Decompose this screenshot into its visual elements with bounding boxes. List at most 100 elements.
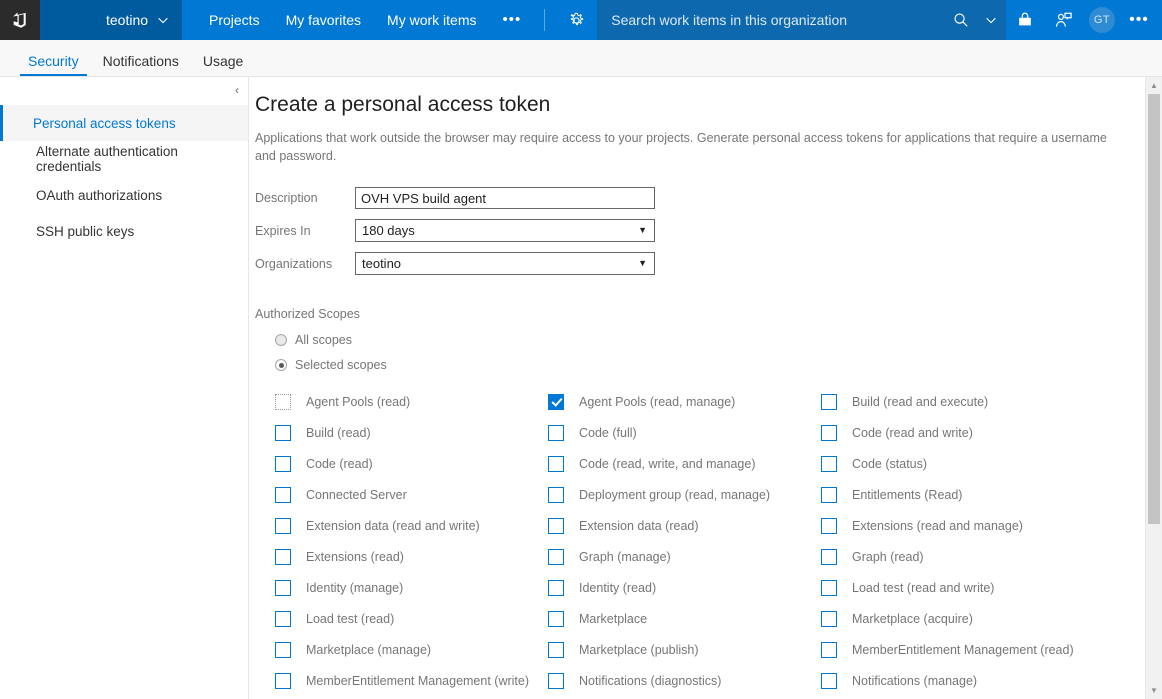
checkbox-unchecked-icon[interactable] — [548, 641, 564, 658]
nav-item-projects[interactable]: Projects — [196, 0, 273, 40]
checkbox-unchecked-icon[interactable] — [275, 610, 291, 627]
expires-field-row: Expires In 180 days ▼ — [255, 219, 1138, 243]
checkbox-unchecked-icon[interactable] — [821, 579, 837, 596]
checkbox-unchecked-icon[interactable] — [548, 424, 564, 441]
scope-checkbox-row[interactable]: Load test (read) — [275, 603, 548, 634]
tab-security[interactable]: Security — [16, 54, 91, 76]
checkbox-unchecked-icon[interactable] — [548, 486, 564, 503]
radio-selected-scopes[interactable]: Selected scopes — [255, 358, 1138, 372]
scope-checkbox-row[interactable]: MemberEntitlement Management (write) — [275, 665, 548, 696]
sidebar-item-alternate-authentication-credentials[interactable]: Alternate authentication credentials — [0, 141, 248, 177]
scope-checkbox-row[interactable]: Notifications (diagnostics) — [548, 665, 821, 696]
scope-checkbox-row[interactable]: Marketplace (manage) — [275, 634, 548, 665]
scope-label: Build (read) — [306, 425, 371, 440]
scope-label: Code (status) — [852, 456, 928, 471]
search-input[interactable] — [611, 12, 946, 28]
avatar[interactable]: GT — [1089, 7, 1115, 33]
organization-selector[interactable]: teotino — [40, 0, 182, 40]
checkbox-unchecked-icon[interactable] — [275, 455, 291, 472]
scope-checkbox-row[interactable]: Graph (manage) — [548, 541, 821, 572]
scope-checkbox-row[interactable]: Deployment group (read, manage) — [548, 479, 821, 510]
feedback-person-icon[interactable] — [1044, 0, 1082, 40]
scope-checkbox-row[interactable]: Code (status) — [821, 448, 1121, 479]
scope-checkbox-row[interactable]: Marketplace — [548, 603, 821, 634]
scope-checkbox-row[interactable]: Extension data (read) — [548, 510, 821, 541]
scope-checkbox-row[interactable]: Extensions (read) — [275, 541, 548, 572]
checkbox-unchecked-icon[interactable] — [275, 548, 291, 565]
scrollbar-thumb[interactable] — [1148, 94, 1160, 524]
checkbox-unchecked-icon[interactable] — [548, 579, 564, 596]
scope-checkbox-row[interactable]: Identity (read) — [548, 572, 821, 603]
checkbox-unchecked-icon[interactable] — [275, 672, 291, 689]
page-description: Applications that work outside the brows… — [255, 131, 1107, 164]
scope-checkbox-row[interactable]: Code (read) — [275, 448, 548, 479]
tab-notifications[interactable]: Notifications — [91, 54, 191, 76]
tab-usage[interactable]: Usage — [191, 54, 255, 76]
checkbox-checked-icon[interactable] — [548, 393, 564, 410]
scope-checkbox-row[interactable]: Code (read and write) — [821, 417, 1121, 448]
search-chevron-down-icon[interactable] — [976, 13, 1006, 27]
scope-checkbox-row[interactable]: Connected Server — [275, 479, 548, 510]
scope-label: Identity (read) — [579, 580, 657, 595]
description-input[interactable] — [355, 187, 655, 210]
checkbox-unchecked-icon[interactable] — [548, 455, 564, 472]
collapse-sidebar-chevron-left-icon[interactable]: ‹ — [232, 82, 242, 98]
checkbox-unchecked-icon[interactable] — [821, 393, 837, 410]
expires-in-select[interactable]: 180 days ▼ — [355, 219, 655, 243]
scope-label: Connected Server — [306, 487, 407, 502]
organizations-select[interactable]: teotino ▼ — [355, 252, 655, 276]
scroll-up-button[interactable]: ▲ — [1146, 77, 1162, 94]
sidebar-item-personal-access-tokens[interactable]: Personal access tokens — [0, 105, 248, 141]
search-container — [597, 0, 1006, 40]
checkbox-unchecked-icon[interactable] — [275, 424, 291, 441]
scope-checkbox-row[interactable]: Extensions (read and manage) — [821, 510, 1121, 541]
checkbox-unchecked-icon[interactable] — [821, 455, 837, 472]
nav-item-my-favorites[interactable]: My favorites — [273, 0, 374, 40]
search-icon[interactable] — [946, 12, 976, 28]
checkbox-unchecked-icon[interactable] — [821, 486, 837, 503]
scope-checkbox-row[interactable]: Graph (read) — [821, 541, 1121, 572]
checkbox-unchecked-icon[interactable] — [275, 486, 291, 503]
vertical-scrollbar[interactable]: ▲ ▼ — [1145, 77, 1162, 699]
scope-checkbox-row[interactable]: Build (read and execute) — [821, 386, 1121, 417]
scope-checkbox-row[interactable]: Identity (manage) — [275, 572, 548, 603]
checkbox-unchecked-icon[interactable] — [548, 548, 564, 565]
scope-checkbox-row[interactable]: Agent Pools (read, manage) — [548, 386, 821, 417]
header-more-button[interactable]: ••• — [1122, 0, 1156, 40]
page-body: ‹ Personal access tokens Alternate authe… — [0, 77, 1162, 699]
scope-checkbox-row[interactable]: Build (read) — [275, 417, 548, 448]
checkbox-unchecked-icon[interactable] — [548, 517, 564, 534]
scope-checkbox-row[interactable]: Code (full) — [548, 417, 821, 448]
scope-checkbox-row[interactable]: Entitlements (Read) — [821, 479, 1121, 510]
checkbox-unchecked-icon[interactable] — [821, 672, 837, 689]
checkbox-unchecked-icon[interactable] — [821, 610, 837, 627]
checkbox-unchecked-icon[interactable] — [548, 672, 564, 689]
gear-icon[interactable] — [555, 12, 597, 29]
scope-checkbox-row[interactable]: Notifications (manage) — [821, 665, 1121, 696]
radio-selected-scopes-label: Selected scopes — [295, 358, 387, 373]
scroll-down-button[interactable]: ▼ — [1146, 682, 1162, 699]
sidebar-item-ssh-public-keys[interactable]: SSH public keys — [0, 213, 248, 249]
nav-item-my-work-items[interactable]: My work items — [374, 0, 489, 40]
scope-checkbox-row[interactable]: Marketplace (publish) — [548, 634, 821, 665]
sidebar-item-oauth-authorizations[interactable]: OAuth authorizations — [0, 177, 248, 213]
radio-all-scopes[interactable]: All scopes — [255, 333, 1138, 347]
checkbox-unchecked-icon[interactable] — [548, 610, 564, 627]
checkbox-unchecked-icon[interactable] — [275, 641, 291, 658]
scope-checkbox-row[interactable]: Marketplace (acquire) — [821, 603, 1121, 634]
checkbox-unchecked-icon[interactable] — [821, 641, 837, 658]
scope-checkbox-row[interactable]: MemberEntitlement Management (read) — [821, 634, 1121, 665]
scope-checkbox-row[interactable]: Load test (read and write) — [821, 572, 1121, 603]
scope-checkbox-row[interactable]: Extension data (read and write) — [275, 510, 548, 541]
scope-checkbox-row[interactable]: Agent Pools (read) — [275, 386, 548, 417]
checkbox-unchecked-icon[interactable] — [275, 579, 291, 596]
azure-devops-logo-button[interactable] — [0, 0, 40, 40]
nav-overflow-button[interactable]: ••• — [490, 0, 535, 40]
checkbox-unchecked-icon[interactable] — [821, 517, 837, 534]
checkbox-unchecked-icon[interactable] — [275, 517, 291, 534]
scope-label: MemberEntitlement Management (write) — [306, 673, 529, 688]
scope-checkbox-row[interactable]: Code (read, write, and manage) — [548, 448, 821, 479]
checkbox-unchecked-icon[interactable] — [821, 548, 837, 565]
marketplace-bag-icon[interactable] — [1006, 0, 1044, 40]
checkbox-unchecked-icon[interactable] — [821, 424, 837, 441]
